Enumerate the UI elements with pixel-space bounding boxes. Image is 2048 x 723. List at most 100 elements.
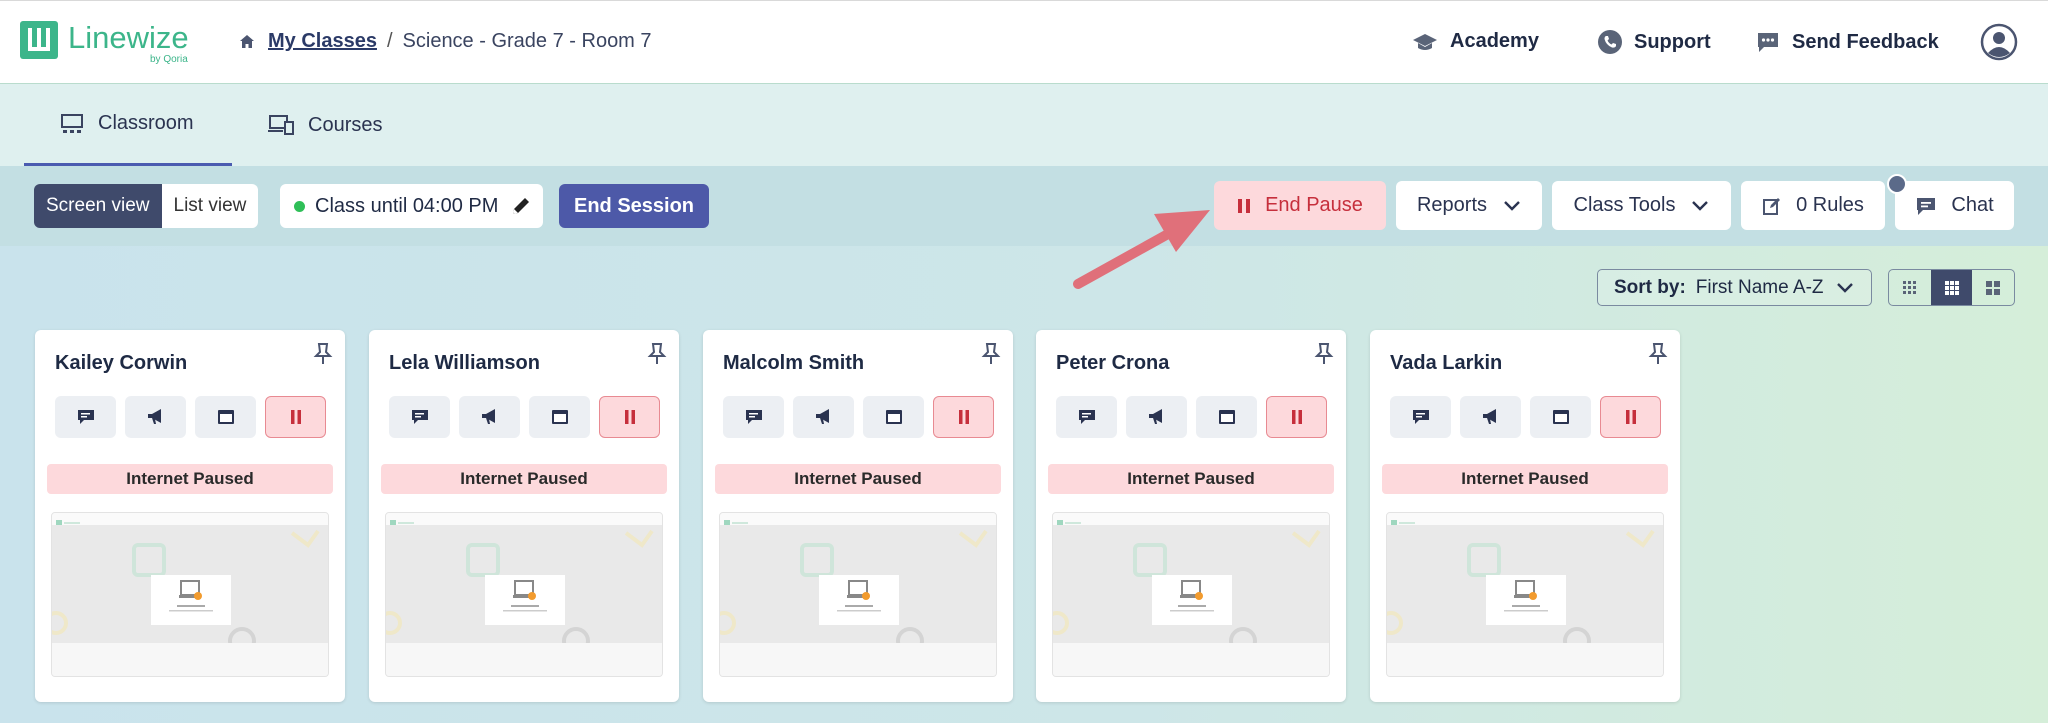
pause-icon bbox=[624, 410, 635, 424]
thumbnail-content bbox=[52, 525, 328, 643]
brand-sub: by Qoria bbox=[150, 54, 188, 65]
pause-student-button[interactable] bbox=[933, 396, 994, 438]
browser-tabs-button[interactable] bbox=[1196, 396, 1257, 438]
brand-name: Linewize bbox=[68, 20, 189, 55]
pause-student-button[interactable] bbox=[599, 396, 660, 438]
blocked-screen-icon bbox=[503, 580, 547, 612]
pin-icon[interactable] bbox=[1648, 342, 1668, 366]
thumbnail-header bbox=[386, 513, 662, 526]
thumbnail-header bbox=[720, 513, 996, 526]
thumbnail-footer bbox=[52, 643, 328, 676]
message-button[interactable] bbox=[723, 396, 784, 438]
logo[interactable]: Linewize by Qoria bbox=[20, 20, 189, 65]
pause-icon bbox=[958, 410, 969, 424]
user-avatar-icon[interactable] bbox=[1980, 23, 2018, 61]
announce-button[interactable] bbox=[125, 396, 186, 438]
pause-student-button[interactable] bbox=[265, 396, 326, 438]
reports-dropdown[interactable]: Reports bbox=[1396, 181, 1542, 230]
browser-window-icon bbox=[551, 410, 568, 424]
grid-small-icon bbox=[1902, 280, 1916, 294]
student-card[interactable]: Lela Williamson Internet Paused bbox=[369, 330, 679, 702]
screen-thumbnail[interactable] bbox=[719, 512, 997, 677]
pause-icon bbox=[290, 410, 301, 424]
screen-thumbnail[interactable] bbox=[1386, 512, 1664, 677]
announce-button[interactable] bbox=[1460, 396, 1521, 438]
breadcrumb-my-classes[interactable]: My Classes bbox=[268, 30, 377, 53]
chevron-down-icon bbox=[1692, 200, 1709, 211]
thumbnail-header bbox=[52, 513, 328, 526]
rules-button[interactable]: 0 Rules bbox=[1741, 181, 1885, 230]
browser-tabs-button[interactable] bbox=[1530, 396, 1591, 438]
pin-icon[interactable] bbox=[313, 342, 333, 366]
academy-link[interactable]: Academy bbox=[1412, 30, 1539, 53]
screen-thumbnail[interactable] bbox=[51, 512, 329, 677]
breadcrumb-current: Science - Grade 7 - Room 7 bbox=[402, 30, 652, 52]
thumbnail-dialog bbox=[1152, 575, 1232, 625]
grid-large-button[interactable] bbox=[1972, 270, 2014, 305]
megaphone-icon bbox=[481, 409, 495, 424]
grid-size-toggle bbox=[1888, 269, 2015, 306]
end-pause-label: End Pause bbox=[1265, 194, 1363, 216]
send-feedback-label: Send Feedback bbox=[1792, 30, 1939, 53]
message-icon bbox=[745, 410, 762, 424]
sort-dropdown[interactable]: Sort by: First Name A-Z bbox=[1597, 269, 1872, 306]
browser-window-icon bbox=[885, 410, 902, 424]
thumbnail-content bbox=[386, 525, 662, 643]
screen-thumbnail[interactable] bbox=[385, 512, 663, 677]
chat-icon bbox=[1917, 197, 1936, 215]
thumbnail-dialog bbox=[819, 575, 899, 625]
message-button[interactable] bbox=[1056, 396, 1117, 438]
message-button[interactable] bbox=[1390, 396, 1451, 438]
student-name: Vada Larkin bbox=[1390, 352, 1503, 374]
screen-view-button[interactable]: Screen view bbox=[34, 184, 162, 228]
chevron-down-icon bbox=[1504, 200, 1520, 211]
browser-tabs-button[interactable] bbox=[529, 396, 590, 438]
chat-button[interactable]: Chat bbox=[1895, 181, 2014, 230]
browser-tabs-button[interactable] bbox=[195, 396, 256, 438]
message-button[interactable] bbox=[389, 396, 450, 438]
browser-window-icon bbox=[1218, 410, 1235, 424]
support-link[interactable]: Support bbox=[1598, 30, 1711, 54]
announce-button[interactable] bbox=[1126, 396, 1187, 438]
list-view-button[interactable]: List view bbox=[161, 184, 259, 228]
pin-icon[interactable] bbox=[981, 342, 1001, 366]
student-card[interactable]: Malcolm Smith Internet Paused bbox=[703, 330, 1013, 702]
message-icon bbox=[1412, 410, 1429, 424]
message-button[interactable] bbox=[55, 396, 116, 438]
pencil-icon[interactable] bbox=[510, 195, 532, 217]
announce-button[interactable] bbox=[793, 396, 854, 438]
pause-student-button[interactable] bbox=[1600, 396, 1661, 438]
send-feedback-link[interactable]: Send Feedback bbox=[1756, 30, 1939, 54]
thumbnail-footer bbox=[1387, 643, 1663, 676]
class-tools-dropdown[interactable]: Class Tools bbox=[1552, 181, 1731, 230]
chevron-down-icon bbox=[1836, 282, 1853, 293]
end-session-button[interactable]: End Session bbox=[559, 184, 709, 228]
pin-icon[interactable] bbox=[647, 342, 667, 366]
tab-classroom[interactable]: Classroom bbox=[24, 84, 232, 166]
grid-small-button[interactable] bbox=[1889, 270, 1931, 305]
student-card[interactable]: Peter Crona Internet Paused bbox=[1036, 330, 1346, 702]
annotation-arrow bbox=[1073, 210, 1210, 289]
screen-thumbnail[interactable] bbox=[1052, 512, 1330, 677]
pin-icon[interactable] bbox=[1314, 342, 1334, 366]
breadcrumb-separator: / bbox=[386, 30, 393, 52]
pause-icon bbox=[1238, 198, 1251, 213]
megaphone-icon bbox=[1148, 409, 1162, 424]
devices-icon bbox=[268, 115, 294, 135]
pause-student-button[interactable] bbox=[1266, 396, 1327, 438]
megaphone-icon bbox=[815, 409, 829, 424]
student-name: Lela Williamson bbox=[389, 352, 540, 374]
student-card[interactable]: Vada Larkin Internet Paused bbox=[1370, 330, 1680, 702]
tab-courses[interactable]: Courses bbox=[268, 84, 382, 166]
classroom-icon bbox=[61, 113, 83, 133]
browser-tabs-button[interactable] bbox=[863, 396, 924, 438]
status-badge: Internet Paused bbox=[1382, 464, 1668, 494]
student-card[interactable]: Kailey Corwin Internet Paused bbox=[35, 330, 345, 702]
class-until-chip[interactable]: Class until 04:00 PM bbox=[280, 184, 543, 228]
announce-button[interactable] bbox=[459, 396, 520, 438]
end-pause-button[interactable]: End Pause bbox=[1214, 181, 1386, 230]
home-icon[interactable] bbox=[238, 33, 256, 51]
grid-medium-button[interactable] bbox=[1930, 270, 1973, 305]
thumbnail-content bbox=[720, 525, 996, 643]
message-icon bbox=[1078, 410, 1095, 424]
